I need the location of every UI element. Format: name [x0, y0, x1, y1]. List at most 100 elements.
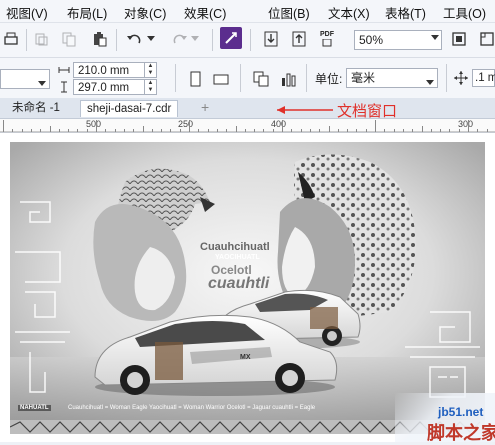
- ruler-tick: [189, 120, 190, 132]
- ruler-tick: [254, 129, 255, 132]
- redo-dropdown-icon[interactable]: [190, 28, 200, 50]
- menu-effects[interactable]: 效果(C): [184, 3, 226, 22]
- copy-icon[interactable]: [58, 28, 80, 50]
- ruler-tick: [356, 129, 357, 132]
- ruler-tick: [40, 129, 41, 132]
- ruler-tick: [22, 129, 23, 132]
- artwork-title-line1: Cuauhcihuatl: [200, 241, 270, 253]
- annotation-arrow: [277, 106, 333, 114]
- menu-table[interactable]: 表格(T): [385, 3, 426, 22]
- document-tab-bar: 未命名 -1 sheji-dasai-7.cdr +: [0, 98, 495, 119]
- new-tab-button[interactable]: +: [195, 100, 215, 117]
- artwork-footer-text: Cuauhcihuatl = Woman Eagle Yaocihuatl = …: [68, 405, 316, 411]
- ruler-tick: [161, 129, 162, 132]
- rulers-icon[interactable]: [476, 28, 495, 50]
- ruler-tick: [217, 129, 218, 132]
- horizontal-ruler[interactable]: 500 250 400 300: [0, 119, 495, 133]
- import-icon[interactable]: [260, 28, 282, 50]
- ruler-tick: [245, 129, 246, 132]
- menu-tools[interactable]: 工具(O): [443, 3, 486, 22]
- ruler-tick: [50, 126, 51, 132]
- ruler-label: 250: [178, 119, 194, 129]
- ruler-tick: [440, 129, 441, 132]
- car-plate: MX: [240, 354, 251, 361]
- ruler-tick: [31, 129, 32, 132]
- menu-bitmap[interactable]: 位图(B): [268, 3, 310, 22]
- ruler-label: 300: [458, 119, 474, 129]
- units-label: 单位:: [315, 72, 343, 86]
- artwork-title-sub: YAOCIHUATL: [215, 254, 260, 261]
- all-pages-icon[interactable]: [250, 68, 272, 90]
- watermark-site: jb51.net: [438, 405, 484, 419]
- artwork-title-line3: cuauhtli: [208, 275, 270, 292]
- ruler-tick: [282, 120, 283, 132]
- page-width-field[interactable]: 210.0 mm: [73, 62, 145, 78]
- current-page-icon[interactable]: [278, 68, 300, 90]
- nudge-distance-field[interactable]: .1 m: [472, 69, 495, 87]
- ruler-tick: [375, 120, 376, 132]
- ruler-tick: [301, 129, 302, 132]
- ruler-tick: [394, 129, 395, 132]
- paste-icon[interactable]: [88, 28, 110, 50]
- menu-text[interactable]: 文本(X): [328, 3, 370, 22]
- ruler-label: 400: [271, 119, 287, 129]
- ruler-tick: [105, 129, 106, 132]
- search-content-icon[interactable]: [220, 27, 242, 49]
- annotation-label: 文档窗口: [337, 103, 398, 120]
- page-height-icon: [57, 80, 71, 97]
- ruler-tick: [310, 129, 311, 132]
- ruler-tick: [273, 129, 274, 132]
- ruler-tick: [68, 129, 69, 132]
- tab-untitled[interactable]: 未命名 -1: [6, 100, 66, 117]
- watermark-name: 脚本之家: [427, 423, 495, 443]
- ruler-tick: [12, 129, 13, 132]
- ruler-tick: [412, 129, 413, 132]
- ruler-tick: [291, 129, 292, 132]
- print-icon[interactable]: [0, 28, 22, 50]
- page-height-field[interactable]: 297.0 mm: [73, 79, 145, 95]
- ruler-tick: [366, 129, 367, 132]
- export-icon[interactable]: [288, 28, 310, 50]
- full-screen-icon[interactable]: [448, 28, 470, 50]
- ruler-tick: [226, 129, 227, 132]
- zoom-dropdown-icon[interactable]: [428, 30, 442, 50]
- portrait-icon[interactable]: [184, 68, 206, 90]
- undo-icon[interactable]: [124, 28, 146, 50]
- landscape-icon[interactable]: [210, 68, 232, 90]
- ruler-tick: [449, 129, 450, 132]
- ruler-tick: [124, 129, 125, 132]
- artwork-footer-brand: NAHUATL: [18, 405, 51, 411]
- cut-icon[interactable]: [30, 28, 52, 50]
- undo-dropdown-icon[interactable]: [146, 28, 156, 50]
- design-artwork[interactable]: Cuauhcihuatl YAOCIHUATL Ocelotl cuauhtli…: [10, 142, 485, 434]
- menu-object[interactable]: 对象(C): [124, 3, 166, 22]
- ruler-tick: [477, 129, 478, 132]
- page-height-stepper[interactable]: ▲ ▼: [145, 79, 157, 95]
- ruler-tick: [263, 129, 264, 132]
- ruler-tick: [329, 126, 330, 132]
- units-select[interactable]: 毫米: [346, 68, 438, 88]
- pdf-label: PDF: [320, 31, 334, 38]
- ruler-tick: [422, 126, 423, 132]
- paper-size-dropdown-icon[interactable]: [38, 76, 46, 90]
- zoom-level-field[interactable]: 50%: [354, 30, 430, 50]
- ruler-tick: [403, 129, 404, 132]
- ruler-tick: [468, 120, 469, 132]
- menu-layout[interactable]: 布局(L): [67, 3, 107, 22]
- ruler-tick: [236, 126, 237, 132]
- units-dropdown-icon[interactable]: [426, 75, 434, 89]
- ruler-tick: [143, 126, 144, 132]
- ruler-tick: [59, 129, 60, 132]
- ruler-tick: [96, 120, 97, 132]
- property-bar: 210.0 mm ▲ ▼ 297.0 mm ▲ ▼ 单位: 毫米 .1 m: [0, 58, 495, 99]
- publish-pdf-icon[interactable]: PDF: [316, 28, 338, 50]
- menu-view[interactable]: 视图(V): [6, 3, 48, 22]
- ruler-tick: [3, 120, 4, 132]
- menu-bar: 视图(V) 布局(L) 对象(C) 效果(C) 位图(B) 文本(X) 表格(T…: [0, 0, 495, 23]
- tab-sheji-dasai-7[interactable]: sheji-dasai-7.cdr: [80, 100, 179, 117]
- ruler-tick: [170, 129, 171, 132]
- ruler-tick: [115, 129, 116, 132]
- page-width-stepper[interactable]: ▲ ▼: [145, 62, 157, 78]
- nudge-distance-icon: [453, 70, 469, 89]
- redo-icon[interactable]: [168, 28, 190, 50]
